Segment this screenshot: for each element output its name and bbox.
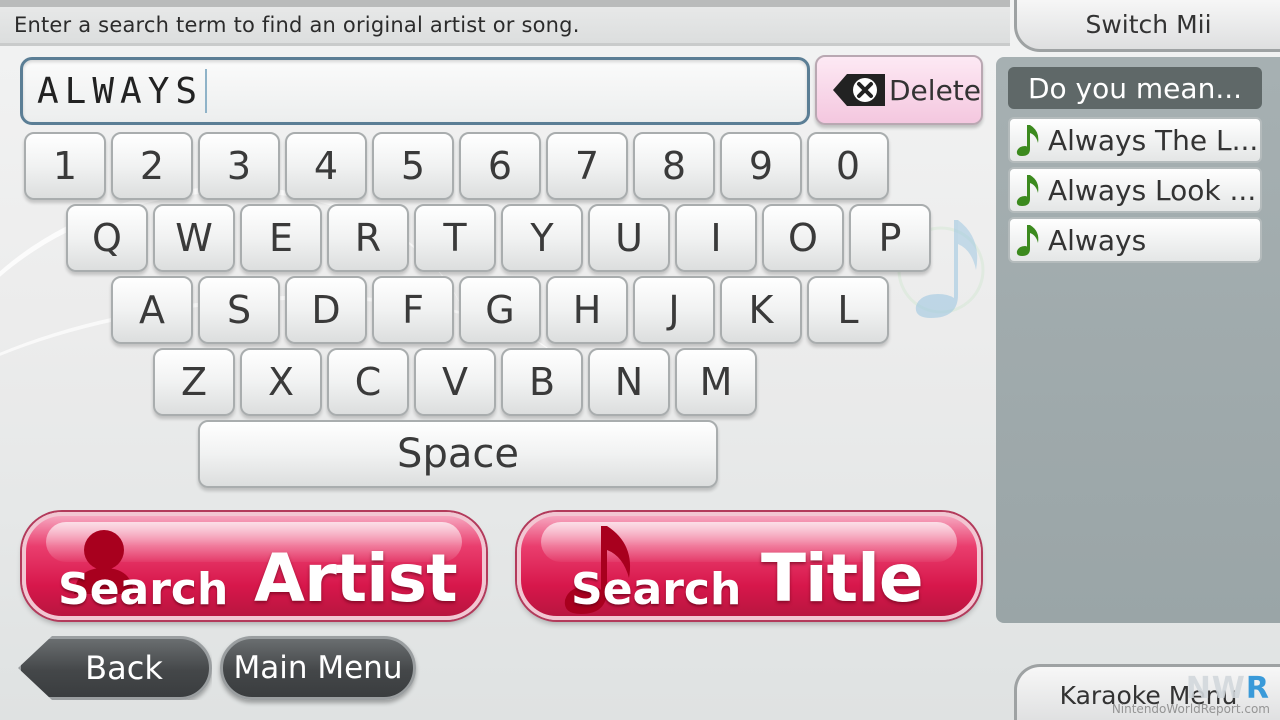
- key-m[interactable]: M: [675, 348, 757, 416]
- key-8[interactable]: 8: [633, 132, 715, 200]
- key-z[interactable]: Z: [153, 348, 235, 416]
- instruction-text: Enter a search term to find an original …: [14, 13, 580, 37]
- backspace-icon: [833, 74, 885, 106]
- key-0[interactable]: 0: [807, 132, 889, 200]
- key-p[interactable]: P: [849, 204, 931, 272]
- key-4[interactable]: 4: [285, 132, 367, 200]
- key-r[interactable]: R: [327, 204, 409, 272]
- key-9[interactable]: 9: [720, 132, 802, 200]
- suggestions-panel: Do you mean... Always The L... Always Lo…: [996, 57, 1280, 623]
- search-artist-large-label: Artist: [254, 540, 458, 617]
- suggestion-item[interactable]: Always Look ...: [1008, 167, 1262, 213]
- key-f[interactable]: F: [372, 276, 454, 344]
- key-v[interactable]: V: [414, 348, 496, 416]
- key-b[interactable]: B: [501, 348, 583, 416]
- suggestions-title: Do you mean...: [1008, 67, 1262, 109]
- music-note-icon: [1016, 225, 1039, 256]
- watermark-logo: NWR: [1112, 671, 1270, 706]
- suggestion-item[interactable]: Always: [1008, 217, 1262, 263]
- delete-button[interactable]: Delete: [815, 55, 983, 125]
- suggestion-label: Always The L...: [1048, 123, 1259, 157]
- key-3[interactable]: 3: [198, 132, 280, 200]
- key-n[interactable]: N: [588, 348, 670, 416]
- key-x[interactable]: X: [240, 348, 322, 416]
- key-i[interactable]: I: [675, 204, 757, 272]
- watermark-logo-accent: R: [1245, 671, 1270, 706]
- key-w[interactable]: W: [153, 204, 235, 272]
- key-u[interactable]: U: [588, 204, 670, 272]
- text-caret: [205, 69, 208, 113]
- key-q[interactable]: Q: [66, 204, 148, 272]
- watermark: NWR NintendoWorldReport.com: [1112, 671, 1270, 716]
- key-y[interactable]: Y: [501, 204, 583, 272]
- music-note-icon: [1016, 125, 1039, 156]
- key-a[interactable]: A: [111, 276, 193, 344]
- key-t[interactable]: T: [414, 204, 496, 272]
- key-d[interactable]: D: [285, 276, 367, 344]
- key-k[interactable]: K: [720, 276, 802, 344]
- search-title-button[interactable]: Search Title: [517, 512, 981, 620]
- watermark-site: NintendoWorldReport.com: [1111, 702, 1270, 716]
- search-title-large-label: Title: [761, 540, 924, 617]
- key-2[interactable]: 2: [111, 132, 193, 200]
- suggestion-item[interactable]: Always The L...: [1008, 117, 1262, 163]
- suggestion-label: Always Look ...: [1048, 173, 1257, 207]
- key-e[interactable]: E: [240, 204, 322, 272]
- key-o[interactable]: O: [762, 204, 844, 272]
- space-key[interactable]: Space: [198, 420, 718, 488]
- switch-mii-button[interactable]: Switch Mii: [1014, 0, 1280, 52]
- key-j[interactable]: J: [633, 276, 715, 344]
- search-artist-button[interactable]: Search Artist: [22, 512, 486, 620]
- suggestion-label: Always: [1048, 223, 1147, 257]
- music-note-icon: [1016, 175, 1039, 206]
- header-bar: Enter a search term to find an original …: [0, 0, 1010, 46]
- search-artist-small-label: Search: [58, 564, 229, 615]
- key-c[interactable]: C: [327, 348, 409, 416]
- watermark-logo-text: NW: [1185, 671, 1246, 706]
- key-5[interactable]: 5: [372, 132, 454, 200]
- search-input[interactable]: ALWAYS: [20, 57, 810, 125]
- key-6[interactable]: 6: [459, 132, 541, 200]
- search-title-small-label: Search: [571, 564, 742, 615]
- key-1[interactable]: 1: [24, 132, 106, 200]
- key-7[interactable]: 7: [546, 132, 628, 200]
- main-menu-button[interactable]: Main Menu: [220, 636, 416, 700]
- key-l[interactable]: L: [807, 276, 889, 344]
- back-button[interactable]: Back: [18, 636, 212, 700]
- delete-label: Delete: [889, 73, 981, 107]
- key-h[interactable]: H: [546, 276, 628, 344]
- key-s[interactable]: S: [198, 276, 280, 344]
- search-input-text: ALWAYS: [37, 70, 204, 112]
- key-g[interactable]: G: [459, 276, 541, 344]
